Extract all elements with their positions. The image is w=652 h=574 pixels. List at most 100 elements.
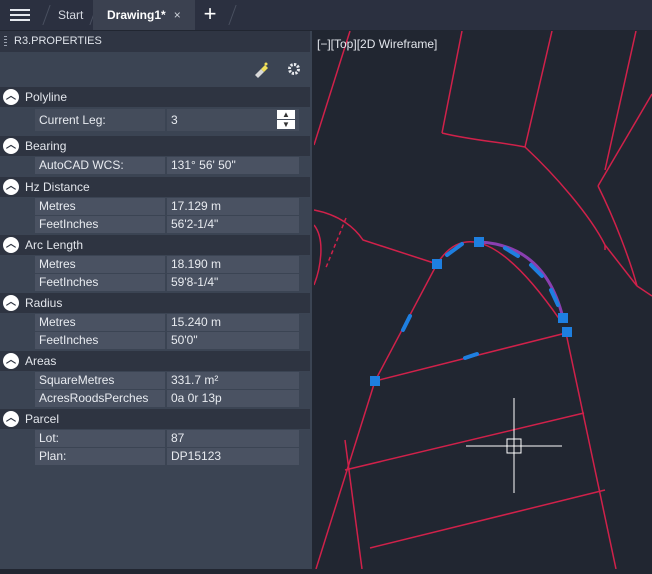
row-divider bbox=[165, 372, 167, 389]
section-title: Polyline bbox=[25, 90, 68, 104]
collapse-chevron-icon[interactable]: ︿ bbox=[3, 89, 19, 105]
property-value: 59'8-1/4" bbox=[171, 275, 219, 289]
section-title: Arc Length bbox=[25, 238, 84, 252]
property-row: FeetInches 56'2-1/4" bbox=[35, 216, 299, 233]
grip-point[interactable] bbox=[432, 259, 442, 269]
section-title: Hz Distance bbox=[25, 180, 90, 194]
row-divider bbox=[165, 256, 167, 273]
grip-points[interactable] bbox=[370, 237, 572, 386]
property-row: SquareMetres 331.7 m² bbox=[35, 372, 299, 389]
parcel-boundaries bbox=[313, 30, 652, 570]
stepper-down-icon[interactable]: ▼ bbox=[277, 120, 295, 129]
property-key: AutoCAD WCS: bbox=[39, 158, 124, 172]
collapse-chevron-icon[interactable]: ︿ bbox=[3, 411, 19, 427]
property-key: Metres bbox=[39, 315, 76, 329]
viewport-controls-label[interactable]: [−][Top][2D Wireframe] bbox=[317, 37, 437, 51]
tab-start-label: Start bbox=[58, 8, 84, 22]
property-key: FeetInches bbox=[39, 275, 99, 289]
row-divider bbox=[165, 390, 167, 407]
drawing-canvas[interactable] bbox=[313, 30, 652, 570]
property-key: Current Leg: bbox=[39, 113, 106, 127]
tab-drawing1[interactable]: Drawing1* × bbox=[93, 0, 195, 30]
property-row: Lot: 87 bbox=[35, 430, 299, 447]
section-polyline[interactable]: ︿ Polyline bbox=[0, 87, 310, 107]
section-parcel[interactable]: ︿ Parcel bbox=[0, 409, 310, 429]
hamburger-menu-icon[interactable] bbox=[8, 6, 32, 24]
property-row: Metres 17.129 m bbox=[35, 198, 299, 215]
grip-point[interactable] bbox=[474, 237, 484, 247]
panel-title: R3.PROPERTIES bbox=[14, 35, 102, 47]
tab-start[interactable]: Start bbox=[58, 0, 83, 30]
close-tab-icon[interactable]: × bbox=[174, 8, 181, 22]
row-divider bbox=[165, 332, 167, 349]
property-key: Plan: bbox=[39, 449, 67, 463]
section-areas[interactable]: ︿ Areas bbox=[0, 351, 310, 371]
properties-panel: R3.PROPERTIES ︿ Polyline Current Leg: 3 … bbox=[0, 31, 312, 569]
current-leg-stepper[interactable]: ▲ ▼ bbox=[277, 110, 295, 130]
panel-grip-icon[interactable] bbox=[4, 36, 7, 47]
property-row: Metres 18.190 m bbox=[35, 256, 299, 273]
property-row: AcresRoodsPerches 0a 0r 13p bbox=[35, 390, 299, 407]
property-value: 15.240 m bbox=[171, 315, 222, 329]
property-value: DP15123 bbox=[171, 449, 222, 463]
property-value: 50'0" bbox=[171, 333, 198, 347]
row-divider bbox=[165, 430, 167, 447]
property-row: FeetInches 59'8-1/4" bbox=[35, 274, 299, 291]
grip-point[interactable] bbox=[562, 327, 572, 337]
property-key: AcresRoodsPerches bbox=[39, 391, 149, 405]
section-title: Radius bbox=[25, 296, 63, 310]
stepper-up-icon[interactable]: ▲ bbox=[277, 110, 295, 119]
property-value: 87 bbox=[171, 431, 185, 445]
drawing-viewport[interactable] bbox=[313, 30, 652, 570]
section-title: Parcel bbox=[25, 412, 60, 426]
section-arc-length[interactable]: ︿ Arc Length bbox=[0, 235, 310, 255]
section-title: Areas bbox=[25, 354, 57, 368]
property-key: FeetInches bbox=[39, 217, 99, 231]
property-value: 331.7 m² bbox=[171, 373, 219, 387]
selected-arc-base bbox=[436, 241, 561, 321]
property-value: 56'2-1/4" bbox=[171, 217, 219, 231]
row-divider bbox=[165, 157, 167, 174]
row-divider bbox=[165, 314, 167, 331]
row-divider bbox=[165, 109, 167, 131]
property-key: SquareMetres bbox=[39, 373, 115, 387]
tab-separator bbox=[42, 5, 51, 25]
property-row: Plan: DP15123 bbox=[35, 448, 299, 465]
property-row: AutoCAD WCS: 131° 56' 50" bbox=[35, 157, 299, 174]
current-leg-value[interactable]: 3 bbox=[171, 109, 178, 131]
row-divider bbox=[165, 448, 167, 465]
collapse-chevron-icon[interactable]: ︿ bbox=[3, 295, 19, 311]
tab-separator bbox=[228, 5, 237, 25]
property-key: Metres bbox=[39, 257, 76, 271]
section-radius[interactable]: ︿ Radius bbox=[0, 293, 310, 313]
document-tab-bar: Start Drawing1* × + bbox=[0, 0, 652, 30]
property-value: 0a 0r 13p bbox=[171, 391, 222, 405]
tab-drawing1-label: Drawing1* bbox=[107, 8, 166, 22]
collapse-chevron-icon[interactable]: ︿ bbox=[3, 237, 19, 253]
section-bearing[interactable]: ︿ Bearing bbox=[0, 136, 310, 156]
property-row-current-leg: Current Leg: 3 ▲ ▼ bbox=[35, 109, 299, 131]
crosshair-cursor-icon bbox=[466, 398, 562, 493]
settings-gear-icon[interactable] bbox=[285, 61, 303, 79]
property-key: FeetInches bbox=[39, 333, 99, 347]
property-value: 131° 56' 50" bbox=[171, 158, 236, 172]
property-row: Metres 15.240 m bbox=[35, 314, 299, 331]
property-value: 18.190 m bbox=[171, 257, 222, 271]
row-divider bbox=[165, 274, 167, 291]
property-value: 17.129 m bbox=[171, 199, 222, 213]
section-hz-distance[interactable]: ︿ Hz Distance bbox=[0, 177, 310, 197]
collapse-chevron-icon[interactable]: ︿ bbox=[3, 138, 19, 154]
panel-title-bar[interactable]: R3.PROPERTIES bbox=[0, 31, 310, 52]
new-tab-icon[interactable]: + bbox=[198, 2, 222, 26]
collapse-chevron-icon[interactable]: ︿ bbox=[3, 179, 19, 195]
grip-point[interactable] bbox=[370, 376, 380, 386]
property-key: Lot: bbox=[39, 431, 60, 445]
property-key: Metres bbox=[39, 199, 76, 213]
collapse-chevron-icon[interactable]: ︿ bbox=[3, 353, 19, 369]
quick-select-icon[interactable] bbox=[252, 61, 270, 79]
property-row: FeetInches 50'0" bbox=[35, 332, 299, 349]
grip-point[interactable] bbox=[558, 313, 568, 323]
section-title: Bearing bbox=[25, 139, 67, 153]
row-divider bbox=[165, 216, 167, 233]
row-divider bbox=[165, 198, 167, 215]
